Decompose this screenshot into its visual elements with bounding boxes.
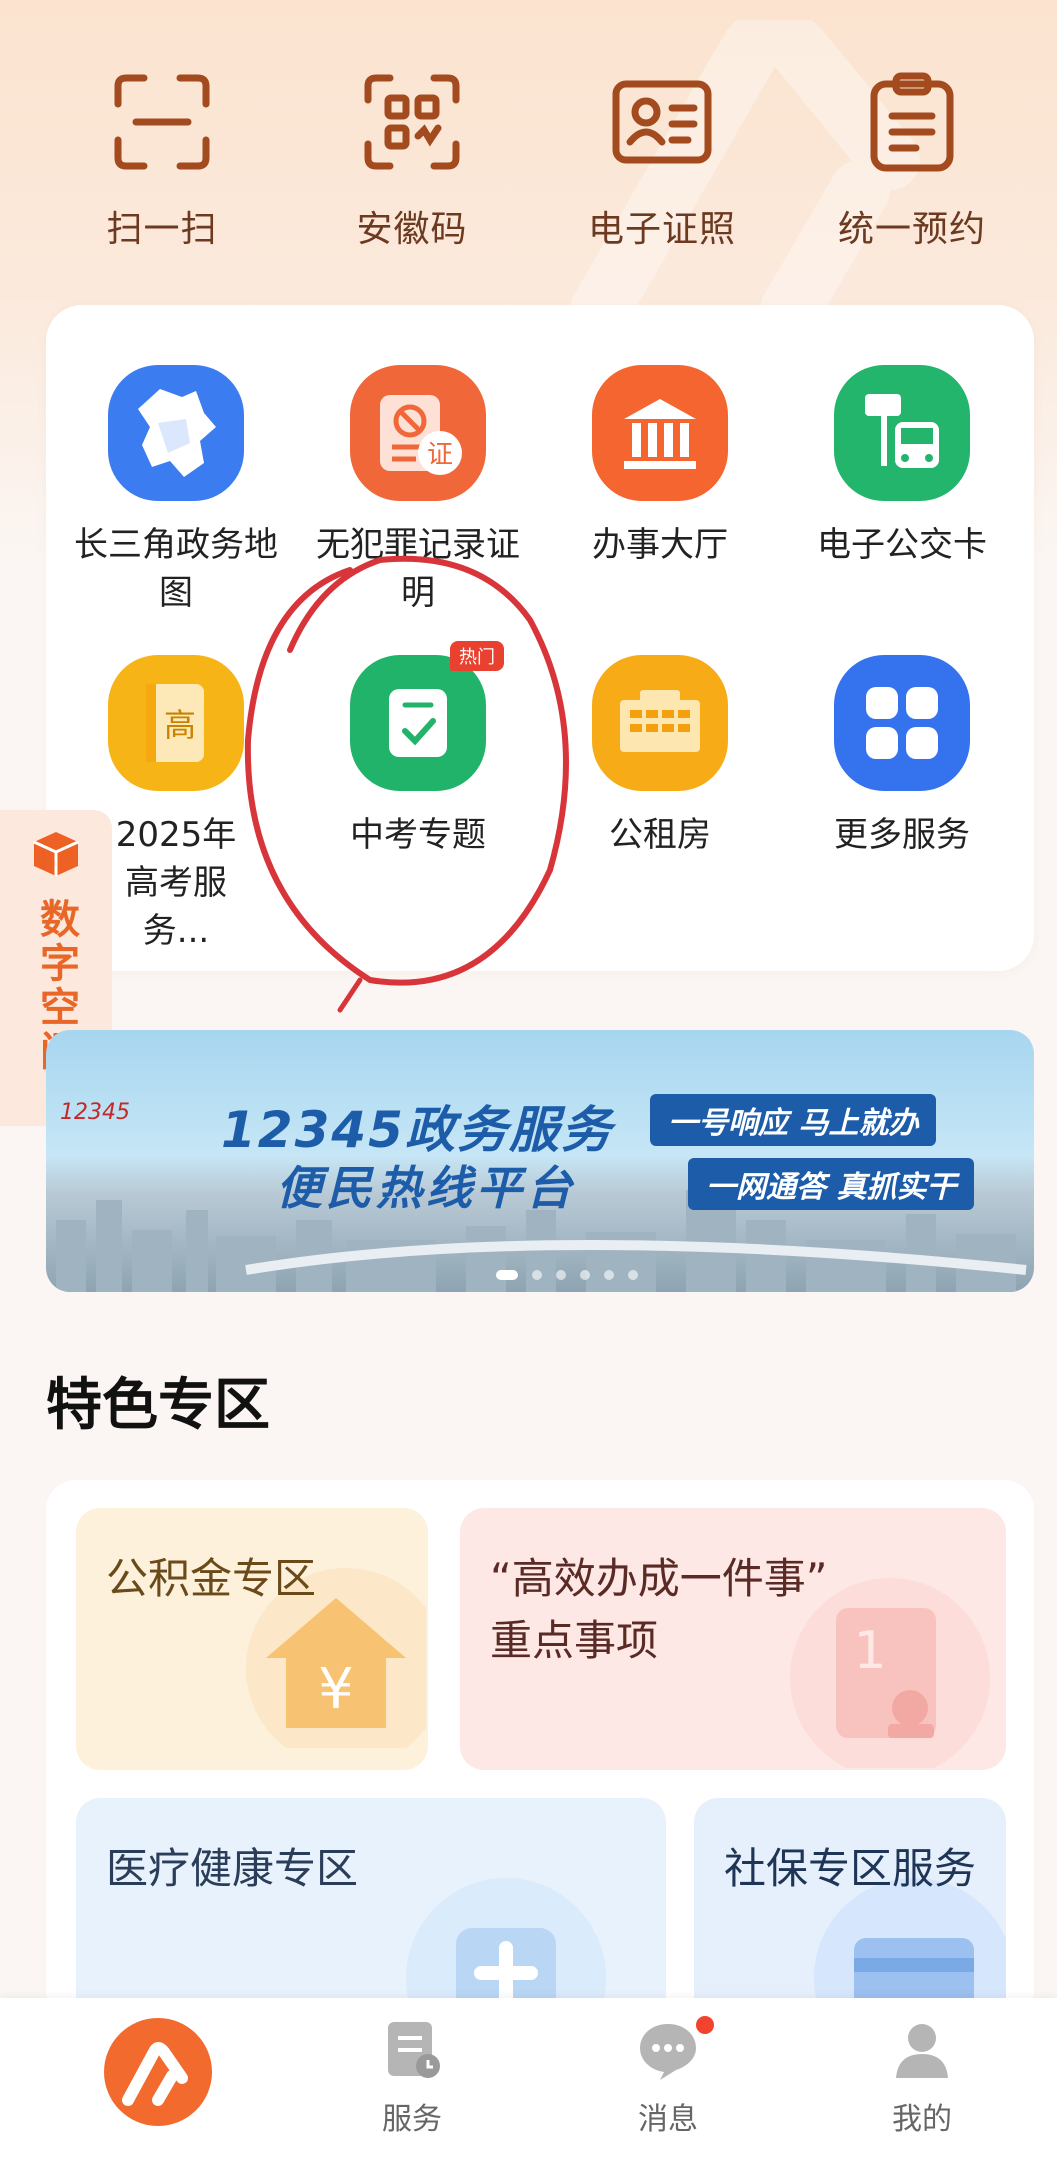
quick-actions: 扫一扫 安徽码 电子证照 统一预约	[0, 60, 1057, 250]
svg-text:¥: ¥	[318, 1657, 354, 1722]
service-icon	[388, 2022, 440, 2078]
service-label: 办事大厅	[592, 525, 728, 565]
nav-profile-label: 我的	[892, 2102, 952, 2137]
nav-service-label: 服务	[382, 2102, 442, 2137]
service-hall[interactable]: 办事大厅	[550, 365, 770, 569]
cube-icon	[33, 832, 79, 876]
zone-social-security[interactable]: 社保专区服务	[694, 1798, 1006, 2020]
service-public-rental[interactable]: 公租房	[550, 655, 770, 859]
section-title: 特色专区	[46, 1373, 270, 1438]
unread-badge	[696, 2016, 714, 2034]
scan-icon	[114, 74, 210, 170]
service-no-crime-cert[interactable]: 证 无犯罪记录证明	[308, 365, 528, 617]
e-license-button[interactable]: 电子证照	[562, 60, 762, 252]
service-label: 中考专题	[350, 815, 486, 855]
nav-home[interactable]	[68, 2016, 248, 2132]
service-label: 2025年高考服务...	[115, 815, 237, 951]
message-icon	[640, 2024, 696, 2080]
carousel-dot[interactable]	[532, 1270, 542, 1280]
carousel-dot[interactable]	[604, 1270, 614, 1280]
carousel-dot[interactable]	[556, 1270, 566, 1280]
carousel-dot[interactable]	[628, 1270, 638, 1280]
services-card: 长三角政务地图 证 无犯罪记录证明 办事大厅 电子公交卡 高 2025年高考服务…	[46, 305, 1034, 971]
bottom-nav: 服务 消息 我的	[0, 1998, 1057, 2159]
book-icon: 高	[108, 655, 244, 791]
service-zhongkao[interactable]: 热门 中考专题	[308, 641, 528, 859]
id-card-icon	[612, 80, 712, 164]
banner-tag-2: 一网通答 真抓实干	[688, 1158, 975, 1210]
zone-label: 医疗健康专区	[106, 1844, 359, 1893]
building-icon	[592, 655, 728, 791]
zone-efficient-affairs[interactable]: 1 “高效办成一件事” 重点事项	[460, 1508, 1006, 1770]
zone-label: “高效办成一件事” 重点事项	[490, 1554, 828, 1665]
banner-tag-1: 一号响应 马上就办	[650, 1094, 937, 1146]
nav-messages-label: 消息	[638, 2102, 698, 2137]
nav-service[interactable]: 服务	[322, 2018, 502, 2138]
profile-icon	[896, 2024, 948, 2078]
zone-medical[interactable]: 医疗健康专区	[76, 1798, 666, 2020]
svg-text:1: 1	[853, 1621, 886, 1681]
nav-messages[interactable]: 消息	[578, 2016, 758, 2138]
e-license-label: 电子证照	[587, 209, 736, 250]
service-label: 电子公交卡	[817, 525, 987, 565]
service-yrd-map[interactable]: 长三角政务地图	[66, 365, 286, 617]
carousel-dots	[496, 1270, 638, 1280]
zone-label: 公积金专区	[106, 1554, 317, 1603]
svg-text:高: 高	[164, 706, 196, 744]
service-more[interactable]: 更多服务	[792, 655, 1012, 859]
bus-icon	[834, 365, 970, 501]
qr-code-icon	[364, 74, 460, 170]
scan-button[interactable]: 扫一扫	[62, 60, 262, 252]
clipboard-icon	[870, 72, 954, 172]
carousel-dot[interactable]	[496, 1270, 518, 1280]
grid-icon	[834, 655, 970, 791]
hall-icon	[592, 365, 728, 501]
anhui-code-label: 安徽码	[356, 209, 468, 250]
nav-profile[interactable]: 我的	[832, 2018, 1012, 2138]
appointment-label: 统一预约	[837, 209, 986, 250]
service-e-bus-card[interactable]: 电子公交卡	[792, 365, 1012, 569]
zone-housing-fund[interactable]: ¥ 公积金专区	[76, 1508, 428, 1770]
hot-badge: 热门	[450, 641, 504, 671]
scan-label: 扫一扫	[106, 209, 218, 250]
special-zone-card: ¥ 公积金专区 1 “高效办成一件事” 重点事项 医疗健康专区 社保专区服务	[46, 1480, 1034, 2020]
service-label: 长三角政务地图	[74, 525, 278, 613]
appointment-button[interactable]: 统一预约	[812, 60, 1012, 252]
home-logo-icon	[104, 2018, 212, 2126]
checklist-icon: 热门	[350, 641, 504, 791]
hotline-banner[interactable]: 12345 12345政务服务 便民热线平台 一号响应 马上就办 一网通答 真抓…	[46, 1030, 1034, 1292]
service-label: 无犯罪记录证明	[316, 525, 520, 613]
certificate-icon: 证	[350, 365, 486, 501]
svg-text:证: 证	[427, 440, 453, 470]
service-label: 更多服务	[834, 815, 970, 855]
banner-subtitle: 便民热线平台	[276, 1161, 576, 1215]
hotline-logo: 12345	[60, 1100, 130, 1125]
map-icon	[108, 365, 244, 501]
anhui-code-button[interactable]: 安徽码	[312, 60, 512, 252]
service-label: 公租房	[609, 815, 711, 855]
zone-label: 社保专区服务	[724, 1844, 977, 1893]
carousel-dot[interactable]	[580, 1270, 590, 1280]
